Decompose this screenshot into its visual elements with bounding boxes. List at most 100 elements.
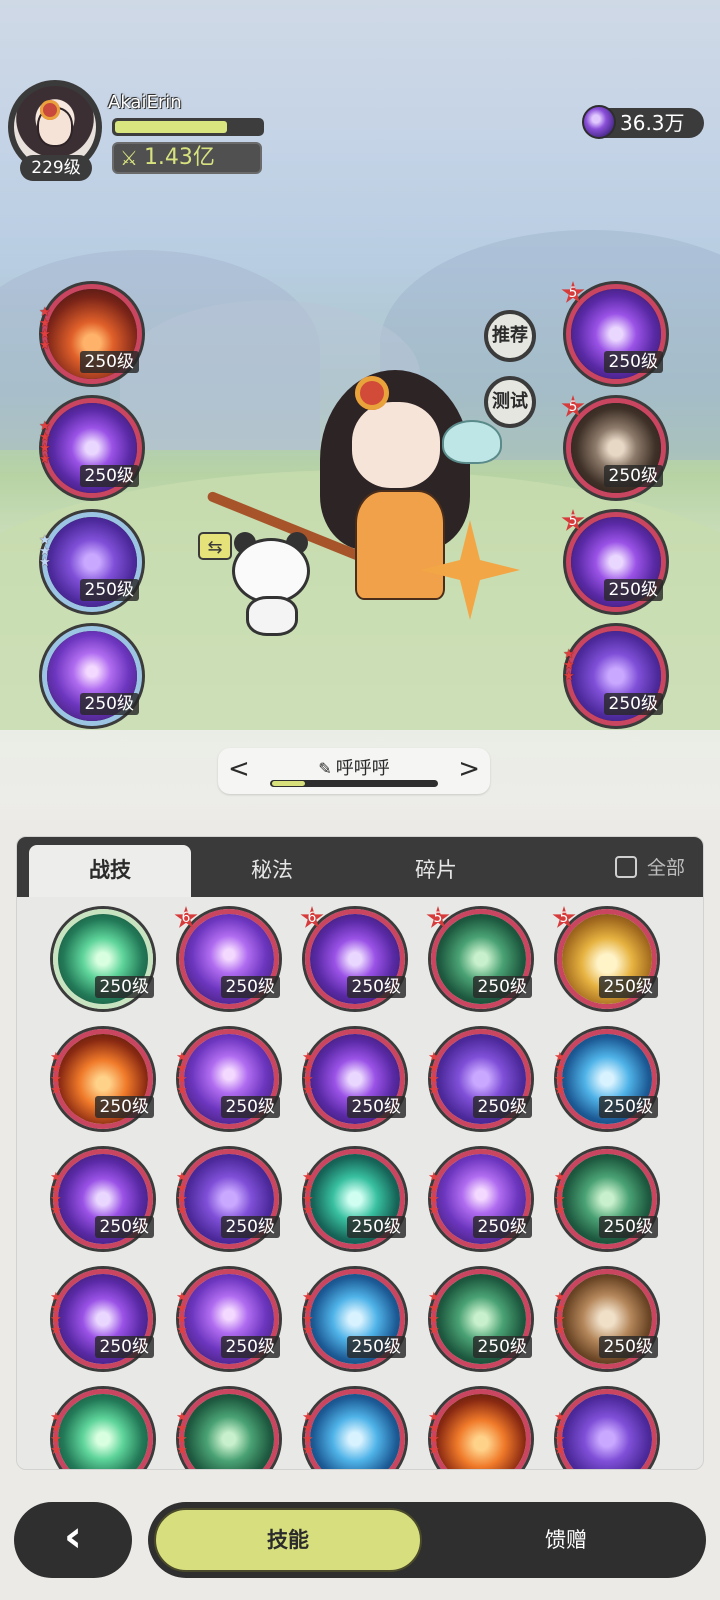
skill-level: 250级	[220, 976, 280, 998]
star-icon: ★	[428, 1203, 440, 1218]
skill-slot[interactable]: 5 250级	[561, 395, 666, 498]
gifts-tab-button[interactable]: 馈赠	[432, 1508, 700, 1572]
skill-level: 250级	[472, 976, 532, 998]
skill-slot[interactable]: ★ ★ ★ ★ 250级	[428, 1269, 532, 1369]
star-rating: ★ ★ ★ ★	[428, 1051, 440, 1097]
skill-slot[interactable]: ★ ★ ★ ★ 250级	[302, 1149, 406, 1249]
player-hp-fill	[115, 121, 228, 133]
skill-slot[interactable]: ★ ★ ★ ★ 250级	[302, 1029, 406, 1129]
star-icon: ★	[50, 1083, 62, 1098]
skill-slot[interactable]: ★ ★ ★ ★ 250级	[176, 1029, 280, 1129]
rank-star-badge: 5	[552, 906, 576, 928]
skill-slot[interactable]: ★ ★ ★ ★ 250级	[554, 1269, 658, 1369]
star-icon: ★	[428, 1443, 440, 1458]
skill-slot[interactable]: ★ ★ ★ ★ 250级	[554, 1029, 658, 1129]
star-icon: ★	[302, 1203, 314, 1218]
skill-slot[interactable]: ★ ★ ★ ★ 250级	[428, 1029, 532, 1129]
star-icon: ★	[554, 1443, 566, 1458]
panda-pet[interactable]	[232, 532, 312, 638]
currency-counter[interactable]: 36.3万	[582, 105, 704, 139]
tab-fragments[interactable]: 碎片	[355, 845, 517, 897]
star-rating: ★ ★ ★ ★	[176, 1411, 188, 1458]
recommend-button[interactable]: 推荐	[484, 310, 536, 362]
combat-power: ⚔ 1.43亿	[112, 142, 262, 174]
skill-level: 250级	[94, 1216, 154, 1238]
star-rating: ★ ★ ★ ★	[554, 1171, 566, 1218]
star-rating: ★ ★ ★ ★	[50, 1171, 62, 1218]
skill-level: 250级	[603, 351, 663, 373]
star-icon: ★	[302, 1323, 314, 1338]
checkbox-icon	[614, 855, 637, 878]
skill-slot[interactable]: ★ ★ ★ 250级	[563, 626, 666, 726]
preset-name[interactable]: ✎ 呼呼呼	[218, 754, 490, 780]
slime-pet	[442, 420, 502, 464]
tab-secret-arts[interactable]: 秘法	[191, 845, 353, 897]
skill-icon	[436, 1394, 526, 1469]
skill-slot[interactable]: 5 250级	[561, 509, 666, 612]
preset-selector: < ✎ 呼呼呼 >	[218, 748, 490, 794]
skills-tab-button[interactable]: 技能	[154, 1508, 422, 1572]
star-rating: ★ ★ ★ ★	[50, 1051, 62, 1098]
skill-slot[interactable]: ★ ★ ★ ★ 250级	[176, 1149, 280, 1249]
star-icon: ★	[554, 1083, 566, 1098]
skill-slot[interactable]: ★ ★ ★ 250级	[39, 512, 142, 612]
skill-slot[interactable]: ★ ★ ★ ★	[428, 1389, 531, 1469]
hair-flower-icon	[40, 100, 60, 120]
test-button[interactable]: 测试	[484, 376, 536, 428]
preset-name-text: 呼呼呼	[335, 758, 390, 779]
skill-slot[interactable]: ★ ★ ★ ★	[176, 1389, 279, 1469]
hero-body	[355, 490, 445, 600]
skill-slot[interactable]: 250级	[53, 909, 154, 1009]
skill-slot[interactable]: 5 250级	[561, 281, 666, 384]
skill-icon	[310, 1394, 400, 1469]
skill-slot[interactable]: 250级	[42, 626, 142, 726]
swap-pet-icon[interactable]: ⇆	[198, 532, 232, 560]
star-icon: ★	[39, 555, 51, 570]
skill-slot[interactable]: ★ ★ ★ ★ 250级	[50, 1149, 154, 1249]
skill-slot[interactable]: ★ ★ ★ ★ 250级	[554, 1149, 658, 1249]
bottom-bar: ‹ 技能 馈赠	[0, 1480, 720, 1600]
skill-slot[interactable]: ★ ★ ★ ★ 250级	[302, 1269, 406, 1369]
crossed-swords-icon: ⚔	[120, 146, 138, 170]
skill-level: 250级	[79, 465, 139, 487]
skill-slot[interactable]: 6 250级	[174, 906, 280, 1009]
skill-level: 250级	[79, 579, 139, 601]
skill-level: 250级	[220, 1096, 280, 1118]
star-icon: ★	[176, 1443, 188, 1458]
tab-skills[interactable]: 战技	[29, 845, 191, 897]
skill-slot[interactable]: ★ ★ ★ ★ 250级	[50, 1269, 154, 1369]
preset-progress-fill	[272, 781, 305, 786]
skill-slot[interactable]: ★ ★ ★ ★	[554, 1389, 657, 1469]
skill-slot[interactable]: 6 250级	[300, 906, 406, 1009]
player-level-badge: 229级	[20, 155, 92, 181]
skill-slot[interactable]: 5 250级	[552, 906, 658, 1009]
star-icon: ★	[554, 1203, 566, 1218]
skill-slot[interactable]: 5 250级	[426, 906, 532, 1009]
skill-slot[interactable]: ★ ★ ★ ★ 250级	[428, 1149, 532, 1249]
star-rating: ★ ★ ★ ★	[428, 1291, 440, 1337]
skill-slot[interactable]: ★ ★ ★ ★ 250级	[176, 1269, 280, 1369]
bottom-tab-pill: 技能 馈赠	[148, 1502, 706, 1578]
skill-level: 250级	[598, 1336, 658, 1358]
skill-slot[interactable]: ★ ★ ★ ★	[50, 1389, 153, 1469]
star-icon: ★	[176, 1083, 188, 1098]
skill-slot[interactable]: ★ ★ ★ ★ 250级	[39, 398, 142, 498]
star-rating: ★ ★ ★ ★	[39, 306, 51, 352]
skill-level: 250级	[603, 579, 663, 601]
hero-flower	[355, 376, 389, 410]
chevron-left-icon: ‹	[63, 1511, 83, 1562]
skill-slot[interactable]: ★ ★ ★ ★ 250级	[50, 1029, 154, 1129]
star-icon: ★	[50, 1323, 62, 1338]
star-icon: ★	[50, 1203, 62, 1218]
chevron-right-icon[interactable]: >	[458, 754, 480, 784]
show-all-toggle[interactable]: 全部	[614, 853, 685, 880]
back-button[interactable]: ‹	[14, 1502, 132, 1578]
star-rating: ★ ★ ★ ★	[302, 1291, 314, 1338]
skill-slot[interactable]: ★ ★ ★ ★	[302, 1389, 405, 1469]
combat-power-value: 1.43亿	[143, 145, 215, 170]
skill-panel: 战技 秘法 碎片 全部 250级 6 250级 6 250级 5 250级 5 250级 ★ ★ ★ ★…	[16, 836, 704, 1470]
star-rating: ★ ★ ★ ★	[554, 1291, 566, 1337]
skill-level: 250级	[472, 1096, 532, 1118]
star-icon: ★	[176, 1203, 188, 1218]
skill-slot[interactable]: ★ ★ ★ ★ 250级	[39, 284, 142, 384]
